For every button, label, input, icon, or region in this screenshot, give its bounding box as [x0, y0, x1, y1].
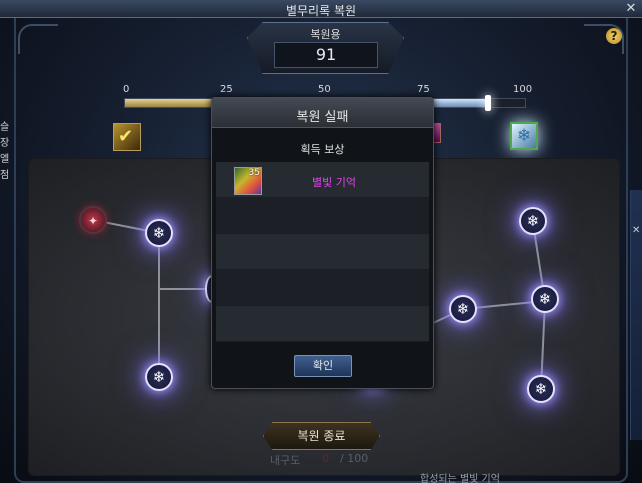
reward-row[interactable]: 35 별빛 기억: [216, 162, 429, 198]
left-edge-char: 점: [0, 170, 10, 181]
snowflake-node[interactable]: ❄: [145, 219, 173, 247]
left-edge-text: 슬 장 엘 점: [0, 120, 10, 184]
snowflake-icon: ❄: [456, 300, 470, 318]
item-name: 별빛 기억: [312, 176, 356, 189]
game-window: 별무리록 복원 ✕ 슬 장 엘 점 ✕ ? 복원용 91 0 25 50 75 …: [0, 0, 642, 483]
confirm-button[interactable]: 확인: [294, 355, 352, 377]
left-edge-char: 슬: [0, 122, 10, 133]
restore-fail-dialog: 복원 실패 획득 보상 35 별빛 기억 확인: [211, 97, 434, 389]
right-edge-close-icon[interactable]: ✕: [632, 226, 642, 236]
snowflake-node[interactable]: ❄: [449, 295, 477, 323]
reward-row-empty: [216, 198, 429, 234]
window-title: 별무리록 복원: [285, 4, 357, 18]
progress-tick: 25: [220, 84, 233, 95]
end-restore-button[interactable]: 복원 종료: [263, 422, 380, 450]
reward-row-empty: [216, 234, 429, 270]
snowflake-icon: ❄: [538, 290, 552, 308]
progress-tick: 50: [318, 84, 331, 95]
background-caption: 합성되는 별빛 기억: [420, 474, 500, 483]
progress-fill-glow: [425, 99, 489, 107]
durability-current: 0: [322, 452, 329, 465]
item-count: 35: [248, 168, 260, 178]
left-edge-char: 엘: [0, 154, 10, 165]
right-edge-panel: ✕: [630, 190, 642, 440]
check-badge-icon[interactable]: ✔: [113, 123, 141, 151]
left-edge-char: 장: [0, 138, 10, 149]
progress-marker: [485, 95, 491, 111]
resource-label: 복원용: [310, 28, 341, 41]
snowflake-node[interactable]: ❄: [519, 207, 547, 235]
snowflake-node[interactable]: ❄: [531, 285, 559, 313]
title-bar: 별무리록 복원 ✕: [0, 0, 642, 18]
reward-list: 35 별빛 기억: [216, 162, 429, 342]
durability-readout: 내구도 0 / 100: [268, 452, 380, 468]
durability-max: / 100: [340, 452, 369, 465]
starlight-memory-icon[interactable]: 35: [234, 167, 262, 195]
snowflake-icon: ❄: [526, 212, 540, 230]
durability-label: 내구도: [270, 454, 301, 467]
reward-row-empty: [216, 306, 429, 342]
resource-value: 91: [315, 45, 337, 64]
frame-ornament-left: [18, 24, 58, 54]
snowflake-icon: ❄: [152, 224, 166, 242]
reward-row-empty: [216, 270, 429, 306]
dialog-subtitle: 획득 보상: [300, 143, 345, 156]
snowflake-crystal-icon[interactable]: ❄: [510, 122, 538, 150]
close-icon[interactable]: ✕: [624, 2, 638, 16]
progress-tick: 0: [123, 84, 130, 95]
dialog-title: 복원 실패: [296, 110, 349, 125]
help-icon[interactable]: ?: [606, 28, 622, 44]
star-node-glyph: ✦: [87, 214, 99, 228]
dialog-header: 복원 실패: [212, 98, 433, 128]
star-node-red[interactable]: ✦: [79, 206, 107, 234]
snowflake-icon: ❄: [534, 380, 548, 398]
progress-tick: 100: [513, 84, 533, 95]
snowflake-node[interactable]: ❄: [527, 375, 555, 403]
snowflake-icon: ❄: [152, 368, 166, 386]
snowflake-node[interactable]: ❄: [145, 363, 173, 391]
progress-tick: 75: [417, 84, 430, 95]
